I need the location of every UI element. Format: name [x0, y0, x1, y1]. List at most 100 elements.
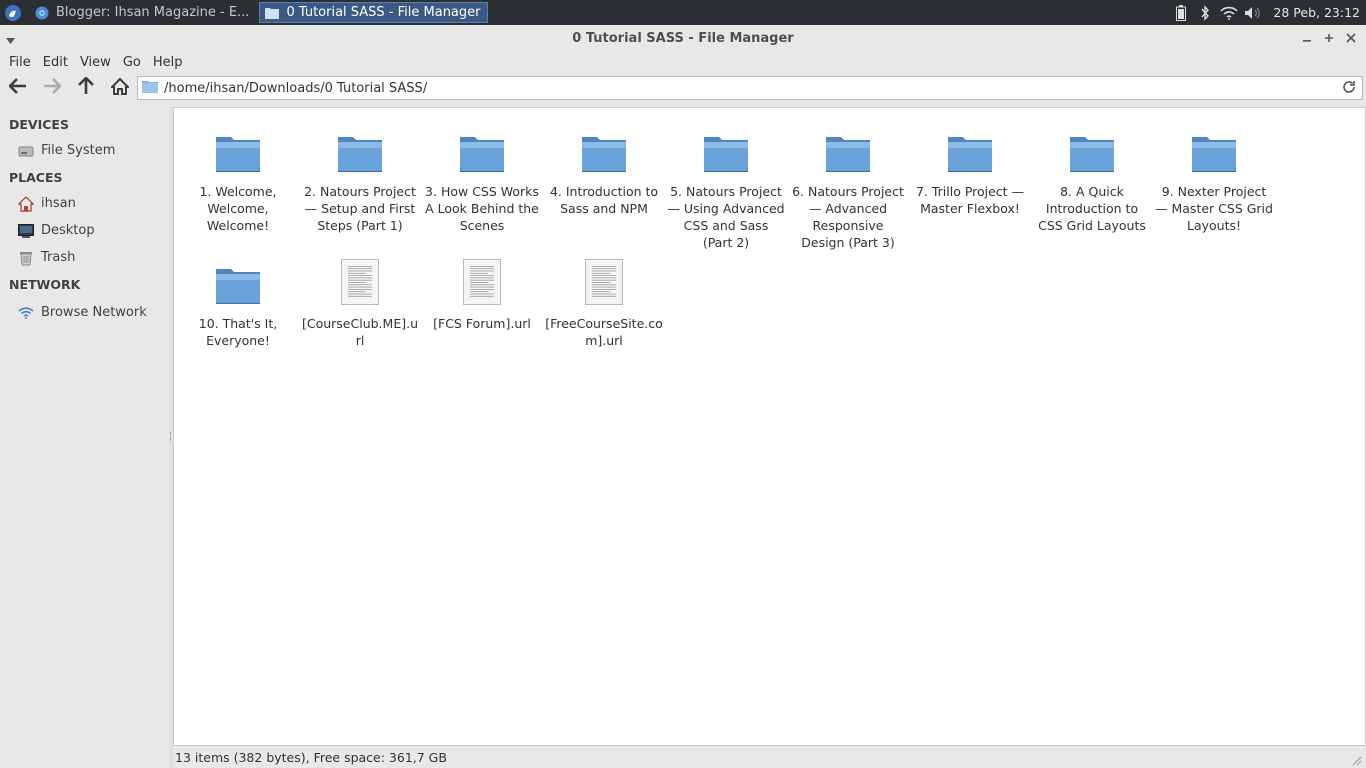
item-label: 10. That's It, Everyone! [198, 316, 278, 348]
item-label: 5. Natours Project — Using Advanced CSS … [667, 184, 785, 250]
file-view[interactable]: 1. Welcome, Welcome, Welcome! 2. Natours … [173, 107, 1366, 746]
sidebar-item-trash[interactable]: Trash [0, 244, 169, 271]
location-bar[interactable]: /home/ihsan/Downloads/0 Tutorial SASS/ [137, 76, 1363, 100]
toolbar: /home/ihsan/Downloads/0 Tutorial SASS/ [0, 73, 1366, 103]
folder-item[interactable]: 10. That's It, Everyone! [177, 257, 299, 349]
task-label: Blogger: Ihsan Magazine - E... [56, 5, 250, 20]
wifi-icon[interactable] [1217, 0, 1241, 25]
item-label: 2. Natours Project — Setup and First Ste… [304, 184, 416, 233]
folder-icon [946, 125, 994, 173]
sidebar-item-browse-network[interactable]: Browse Network [0, 299, 169, 326]
battery-icon[interactable] [1169, 0, 1193, 25]
file-item[interactable]: [FreeCourseSite.com].url [543, 257, 665, 349]
item-label: 6. Natours Project — Advanced Responsive… [792, 184, 904, 250]
back-button[interactable] [1, 74, 35, 102]
window-title: 0 Tutorial SASS - File Manager [572, 30, 794, 46]
sidebar-item-file-system[interactable]: File System [0, 137, 169, 164]
folder-item[interactable]: 6. Natours Project — Advanced Responsive… [787, 125, 909, 251]
item-label: 4. Introduction to Sass and NPM [549, 184, 659, 216]
location-path: /home/ihsan/Downloads/0 Tutorial SASS/ [164, 80, 428, 96]
item-label: 1. Welcome, Welcome, Welcome! [199, 184, 277, 233]
folder-item[interactable]: 9. Nexter Project — Master CSS Grid Layo… [1153, 125, 1275, 234]
item-label: 7. Trillo Project — Master Flexbox! [915, 184, 1025, 216]
sidebar-item-home[interactable]: ihsan [0, 190, 169, 217]
home-icon [18, 195, 34, 212]
forward-button[interactable] [35, 74, 69, 102]
resize-grip-icon[interactable] [1352, 754, 1362, 766]
chrome-icon [34, 5, 50, 21]
status-text: 13 items (382 bytes), Free space: 361,7 … [175, 750, 447, 765]
clock[interactable]: 28 Peb, 23:12 [1273, 5, 1360, 20]
bluetooth-icon[interactable] [1193, 0, 1217, 25]
sidebar-item-desktop[interactable]: Desktop [0, 217, 169, 244]
splitter-grip[interactable] [170, 432, 172, 442]
folder-icon [1190, 125, 1238, 173]
menu-help[interactable]: Help [147, 55, 189, 70]
folder-item[interactable]: 2. Natours Project — Setup and First Ste… [299, 125, 421, 234]
sidebar: DEVICES File System PLACES ihsan Desktop… [0, 107, 169, 768]
menu-view[interactable]: View [74, 55, 117, 70]
drive-icon [18, 143, 34, 159]
folder-icon [702, 125, 750, 173]
maximize-icon[interactable] [1318, 29, 1340, 47]
item-label: [CourseClub.ME].url [301, 316, 418, 348]
folder-item[interactable]: 5. Natours Project — Using Advanced CSS … [665, 125, 787, 251]
folder-icon [824, 125, 872, 173]
folder-item[interactable]: 4. Introduction to Sass and NPM [543, 125, 665, 217]
trash-icon [18, 250, 34, 266]
status-bar: 13 items (382 bytes), Free space: 361,7 … [173, 747, 1366, 768]
folder-icon [142, 80, 158, 97]
whisker-menu-icon[interactable] [0, 0, 26, 25]
document-icon [580, 257, 628, 305]
folder-icon [580, 125, 628, 173]
sidebar-item-label: Desktop [41, 223, 95, 238]
arrow-left-icon [8, 78, 27, 98]
arrow-up-icon [78, 76, 94, 99]
folder-icon [214, 125, 262, 173]
top-panel: Blogger: Ihsan Magazine - E... 0 Tutoria… [0, 0, 1366, 25]
item-label: 9. Nexter Project — Master CSS Grid Layo… [1155, 184, 1273, 233]
sidebar-heading-places: PLACES [9, 169, 63, 185]
menu-go[interactable]: Go [117, 55, 147, 70]
volume-icon[interactable] [1241, 0, 1265, 25]
folder-icon [336, 125, 384, 173]
system-tray: 28 Peb, 23:12 [1169, 0, 1366, 25]
sidebar-heading-network: NETWORK [9, 276, 81, 292]
menu-edit[interactable]: Edit [37, 55, 74, 70]
task-file-manager[interactable]: 0 Tutorial SASS - File Manager [259, 2, 488, 23]
sidebar-item-label: File System [41, 143, 116, 158]
folder-item[interactable]: 1. Welcome, Welcome, Welcome! [177, 125, 299, 234]
desktop-icon [18, 223, 34, 239]
minimize-icon[interactable] [1296, 29, 1318, 47]
menubar: File Edit View Go Help [0, 51, 1366, 73]
window-menu-icon[interactable] [6, 33, 15, 48]
sidebar-item-label: Browse Network [41, 305, 147, 320]
arrow-right-icon [43, 78, 62, 98]
menu-file[interactable]: File [3, 55, 37, 70]
document-icon [336, 257, 384, 305]
reload-icon[interactable] [1342, 80, 1358, 96]
folder-item[interactable]: 3. How CSS Works A Look Behind the Scene… [421, 125, 543, 234]
folder-icon [458, 125, 506, 173]
item-label: [FCS Forum].url [433, 316, 531, 331]
window-titlebar[interactable]: 0 Tutorial SASS - File Manager [0, 25, 1366, 51]
folder-icon [214, 257, 262, 305]
item-label: 8. A Quick Introduction to CSS Grid Layo… [1038, 184, 1146, 233]
close-icon[interactable] [1340, 29, 1362, 47]
file-item[interactable]: [CourseClub.ME].url [299, 257, 421, 349]
document-icon [458, 257, 506, 305]
up-button[interactable] [69, 74, 103, 102]
file-item[interactable]: [FCS Forum].url [421, 257, 543, 332]
wifi-icon [18, 305, 34, 321]
sidebar-item-label: ihsan [41, 196, 76, 211]
sidebar-item-label: Trash [41, 250, 76, 265]
task-chrome[interactable]: Blogger: Ihsan Magazine - E... [30, 2, 255, 23]
folder-icon [1068, 125, 1116, 173]
item-label: 3. How CSS Works A Look Behind the Scene… [425, 184, 539, 233]
home-icon [109, 77, 131, 99]
folder-item[interactable]: 8. A Quick Introduction to CSS Grid Layo… [1031, 125, 1153, 234]
item-label: [FreeCourseSite.com].url [545, 316, 663, 348]
task-label: 0 Tutorial SASS - File Manager [286, 5, 481, 20]
folder-item[interactable]: 7. Trillo Project — Master Flexbox! [909, 125, 1031, 217]
home-button[interactable] [103, 74, 137, 102]
